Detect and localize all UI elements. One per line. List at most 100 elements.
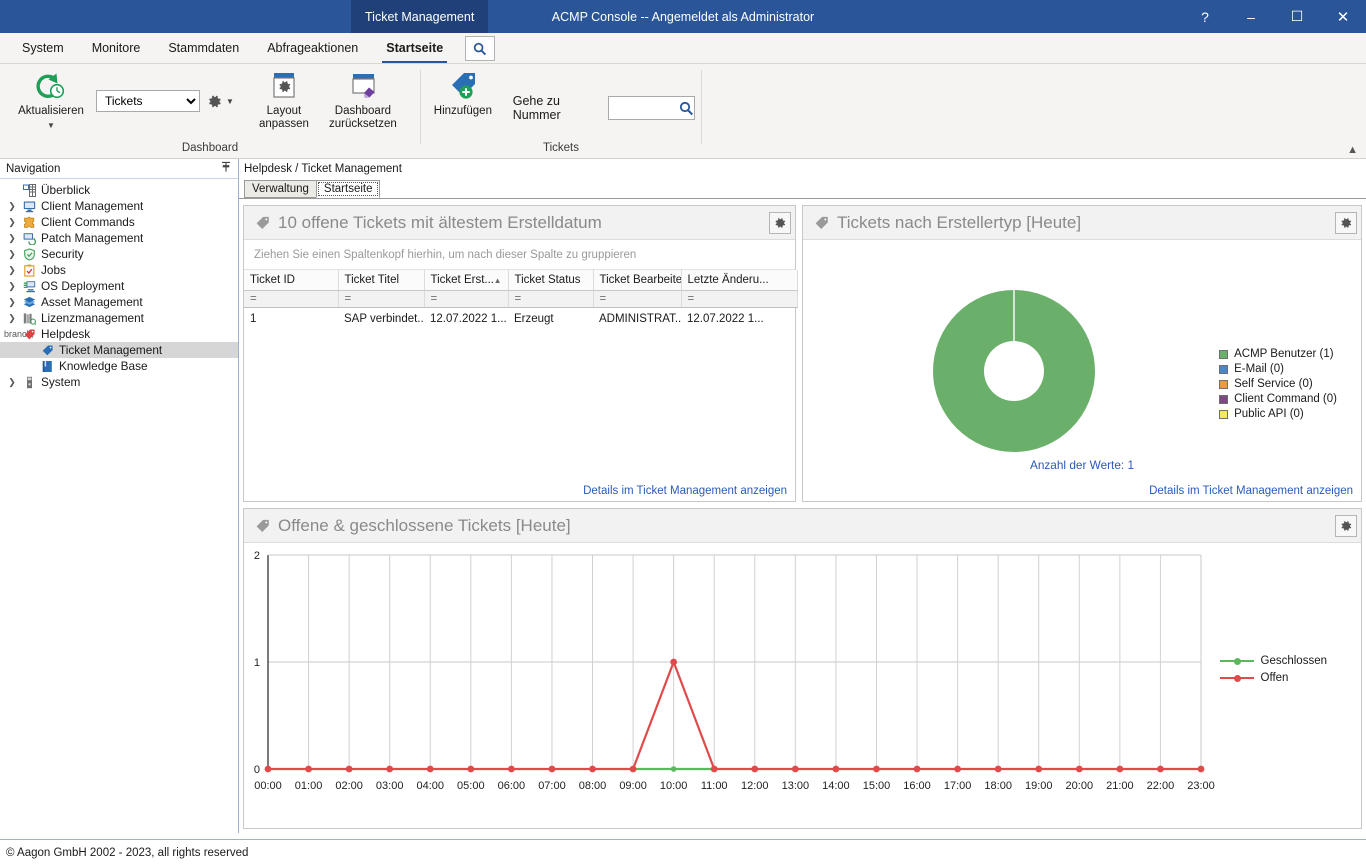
legend-label: Client Command (0) [1234, 393, 1337, 405]
dashboard-select[interactable]: Tickets [96, 90, 200, 112]
filter-cell[interactable]: = [244, 291, 338, 308]
legend-item[interactable]: Offen [1220, 672, 1327, 684]
legend-item[interactable]: Geschlossen [1220, 655, 1327, 667]
clipboard-icon [20, 264, 38, 277]
book-icon [38, 360, 56, 373]
ribbon-tab-stammdaten[interactable]: Stammdaten [154, 34, 253, 63]
chevron-down-icon[interactable]: branch; [4, 329, 20, 339]
filter-cell[interactable]: = [338, 291, 424, 308]
line-chart[interactable]: 01200:0001:0002:0003:0004:0005:0006:0007… [246, 547, 1344, 812]
chevron-right-icon[interactable]: ❯ [4, 233, 20, 244]
donut-details-link[interactable]: Details im Ticket Management anzeigen [1149, 485, 1353, 497]
sidebar-item-label: Helpdesk [38, 327, 90, 341]
search-icon[interactable] [679, 101, 694, 116]
panel-settings-button[interactable] [1335, 212, 1357, 234]
filter-cell[interactable]: = [508, 291, 593, 308]
filter-cell[interactable]: = [681, 291, 797, 308]
svg-text:08:00: 08:00 [579, 780, 607, 792]
refresh-button[interactable]: Aktualisieren ▼ [6, 68, 96, 132]
sidebar-item-label: System [38, 375, 80, 389]
chevron-right-icon[interactable]: ❯ [4, 313, 20, 324]
sidebar-item-label: Ticket Management [56, 343, 162, 357]
ribbon-tab-monitore[interactable]: Monitore [78, 34, 155, 63]
panel-settings-button[interactable] [1335, 515, 1357, 537]
legend-item[interactable]: E-Mail (0) [1219, 363, 1337, 375]
sidebar-item-lizenzmanagement[interactable]: ❯ Lizenzmanagement [0, 310, 238, 326]
legend-item[interactable]: Self Service (0) [1219, 378, 1337, 390]
sidebar-item-os-deployment[interactable]: ❯ OS Deployment [0, 278, 238, 294]
column-header-ticket-status[interactable]: Ticket Status [508, 270, 593, 291]
donut-chart[interactable] [931, 288, 1097, 454]
ribbon-tab-system[interactable]: System [8, 34, 78, 63]
grid-details-link[interactable]: Details im Ticket Management anzeigen [583, 485, 787, 497]
chevron-right-icon[interactable]: ❯ [4, 281, 20, 292]
column-label: Letzte Änderu... [688, 274, 769, 286]
ribbon-tab-abfrageaktionen[interactable]: Abfrageaktionen [253, 34, 372, 63]
dashboard-zuruecksetzen-button[interactable]: Dashboard zurücksetzen [316, 68, 410, 131]
chevron-right-icon[interactable]: ❯ [4, 201, 20, 212]
line-chart-area: 01200:0001:0002:0003:0004:0005:0006:0007… [244, 543, 1361, 828]
maximize-button[interactable]: ☐ [1274, 0, 1320, 33]
filter-cell[interactable]: = [593, 291, 681, 308]
ribbon-tab-startseite[interactable]: Startseite [372, 34, 457, 63]
goto-number-field[interactable] [608, 96, 695, 120]
hinzufuegen-button[interactable]: Hinzufügen [427, 68, 499, 118]
sort-ascending-icon: ▲ [494, 274, 502, 285]
filter-cell[interactable]: = [424, 291, 508, 308]
layout-anpassen-button[interactable]: Layout anpassen [252, 68, 316, 131]
sidebar-item-label: Client Commands [38, 215, 135, 229]
chevron-right-icon[interactable]: ❯ [4, 297, 20, 308]
svg-text:05:00: 05:00 [457, 780, 485, 792]
legend-item[interactable]: Client Command (0) [1219, 393, 1337, 405]
dashboard-settings-button[interactable]: ▼ [206, 93, 234, 110]
gear-icon [1339, 519, 1353, 533]
column-header-ticket-bearbeiter[interactable]: Ticket Bearbeiter [593, 270, 681, 291]
tab-startseite[interactable]: Startseite [316, 180, 381, 198]
sidebar-item-knowledge-base[interactable]: Knowledge Base [0, 358, 238, 374]
window-controls: ? – ☐ ✕ [1182, 0, 1366, 33]
ribbon-collapse-button[interactable]: ▲ [1347, 144, 1358, 156]
tab-verwaltung[interactable]: Verwaltung [244, 180, 317, 198]
svg-text:1: 1 [254, 657, 260, 669]
status-bar: © Aagon GmbH 2002 - 2023, all rights res… [0, 839, 1366, 865]
minimize-button[interactable]: – [1228, 0, 1274, 33]
help-button[interactable]: ? [1182, 0, 1228, 33]
sidebar-item-uberblick[interactable]: Überblick [0, 182, 238, 198]
column-header-ticket-titel[interactable]: Ticket Titel [338, 270, 424, 291]
column-header-ticket-id[interactable]: Ticket ID [244, 270, 338, 291]
goto-number-input[interactable] [609, 97, 679, 119]
chevron-down-icon[interactable]: ▼ [47, 119, 55, 132]
sidebar-item-system[interactable]: ❯ System [0, 374, 238, 390]
sidebar-item-asset-management[interactable]: ❯ Asset Management [0, 294, 238, 310]
legend-item[interactable]: ACMP Benutzer (1) [1219, 348, 1337, 360]
dashboard: 10 offene Tickets mit ältestem Erstellda… [239, 199, 1366, 833]
sidebar-item-label: Client Management [38, 199, 143, 213]
sidebar-item-helpdesk[interactable]: branch; Helpdesk [0, 326, 238, 342]
sidebar-item-client-commands[interactable]: ❯ Client Commands [0, 214, 238, 230]
sidebar-item-jobs[interactable]: ❯ Jobs [0, 262, 238, 278]
table-row[interactable]: 1 SAP verbindet... 12.07.2022 1... Erzeu… [244, 308, 797, 330]
window-tab-ticket-management[interactable]: Ticket Management [351, 0, 488, 33]
sidebar-item-ticket-management[interactable]: Ticket Management [0, 342, 238, 358]
column-header-ticket-erstellt[interactable]: ▲Ticket Erst... [424, 270, 508, 291]
chevron-right-icon[interactable]: ❯ [4, 249, 20, 260]
sidebar-item-security[interactable]: ❯ Security [0, 246, 238, 262]
tag-red-icon [20, 328, 38, 341]
pin-icon[interactable] [220, 161, 232, 176]
chevron-down-icon[interactable]: ▼ [226, 97, 234, 106]
reset-dashboard-icon [347, 70, 379, 102]
legend-item[interactable]: Public API (0) [1219, 408, 1337, 420]
ribbon-search-button[interactable] [465, 36, 495, 61]
layout-button-line2: anpassen [259, 118, 309, 131]
sidebar-item-patch-management[interactable]: ❯ Patch Management [0, 230, 238, 246]
panel-title-row: Offene & geschlossene Tickets [Heute] [254, 516, 1335, 536]
chevron-right-icon[interactable]: ❯ [4, 377, 20, 388]
sidebar-item-client-management[interactable]: ❯ Client Management [0, 198, 238, 214]
chevron-right-icon[interactable]: ❯ [4, 265, 20, 276]
panel-settings-button[interactable] [769, 212, 791, 234]
group-by-hint[interactable]: Ziehen Sie einen Spaltenkopf hierhin, um… [244, 240, 795, 270]
legend-swatch [1219, 380, 1228, 389]
close-button[interactable]: ✕ [1320, 0, 1366, 33]
chevron-right-icon[interactable]: ❯ [4, 217, 20, 228]
column-header-letzte-aenderung[interactable]: Letzte Änderu... [681, 270, 797, 291]
